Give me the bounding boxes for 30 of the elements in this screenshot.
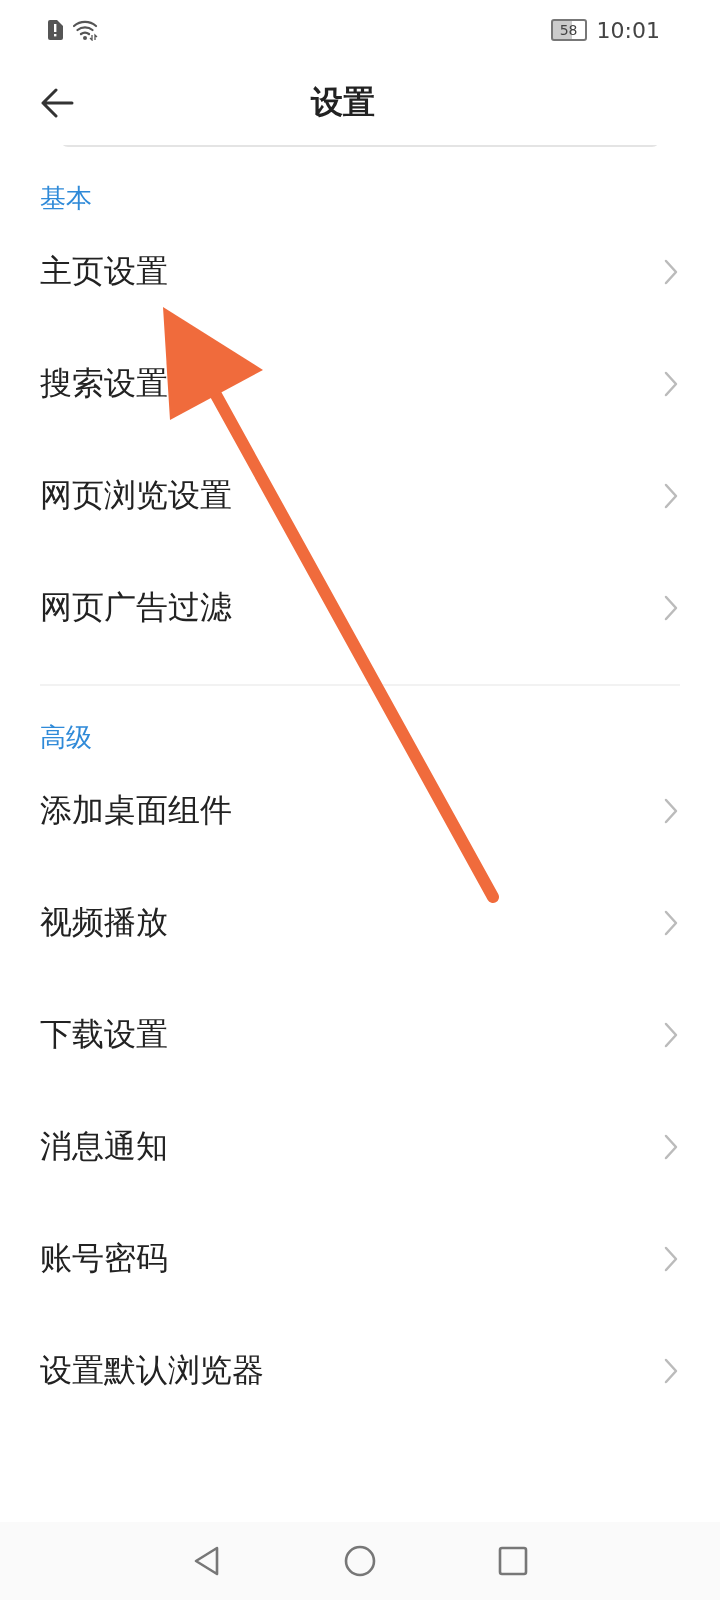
home-icon[interactable] [344,1545,376,1577]
back-arrow-icon[interactable] [40,87,74,118]
settings-item[interactable]: 消息通知 [40,1125,168,1169]
settings-item[interactable]: 视频播放 [40,901,168,945]
chevron-icon [664,798,678,824]
settings-item[interactable]: 网页浏览设置 [40,474,232,518]
page-title: 设置 [311,81,375,123]
chevron-icon [664,371,678,397]
settings-item[interactable]: 设置默认浏览器 [40,1349,264,1393]
settings-item[interactable]: 下载设置 [40,1013,168,1057]
chevron-icon [664,1246,678,1272]
settings-item[interactable]: 网页广告过滤 [40,586,232,630]
settings-item[interactable]: 账号密码 [40,1237,168,1281]
chevron-icon [664,595,678,621]
sim-alert-icon [47,20,63,40]
section-header: 基本 [39,182,93,215]
recents-icon[interactable] [498,1546,528,1576]
chevron-icon [664,1358,678,1384]
chevron-icon [664,1022,678,1048]
settings-item[interactable]: 搜索设置 [40,362,168,406]
chevron-icon [664,483,678,509]
chevron-icon [664,1134,678,1160]
battery-icon: 58 [550,19,587,41]
settings-item[interactable]: 主页设置 [40,250,168,294]
settings-item[interactable]: 添加桌面组件 [40,789,232,833]
chevron-icon [664,910,678,936]
clock-time: 10:01 [596,17,660,43]
section-header: 高级 [39,721,93,754]
chevron-icon [664,259,678,285]
wifi-icon [73,19,99,41]
